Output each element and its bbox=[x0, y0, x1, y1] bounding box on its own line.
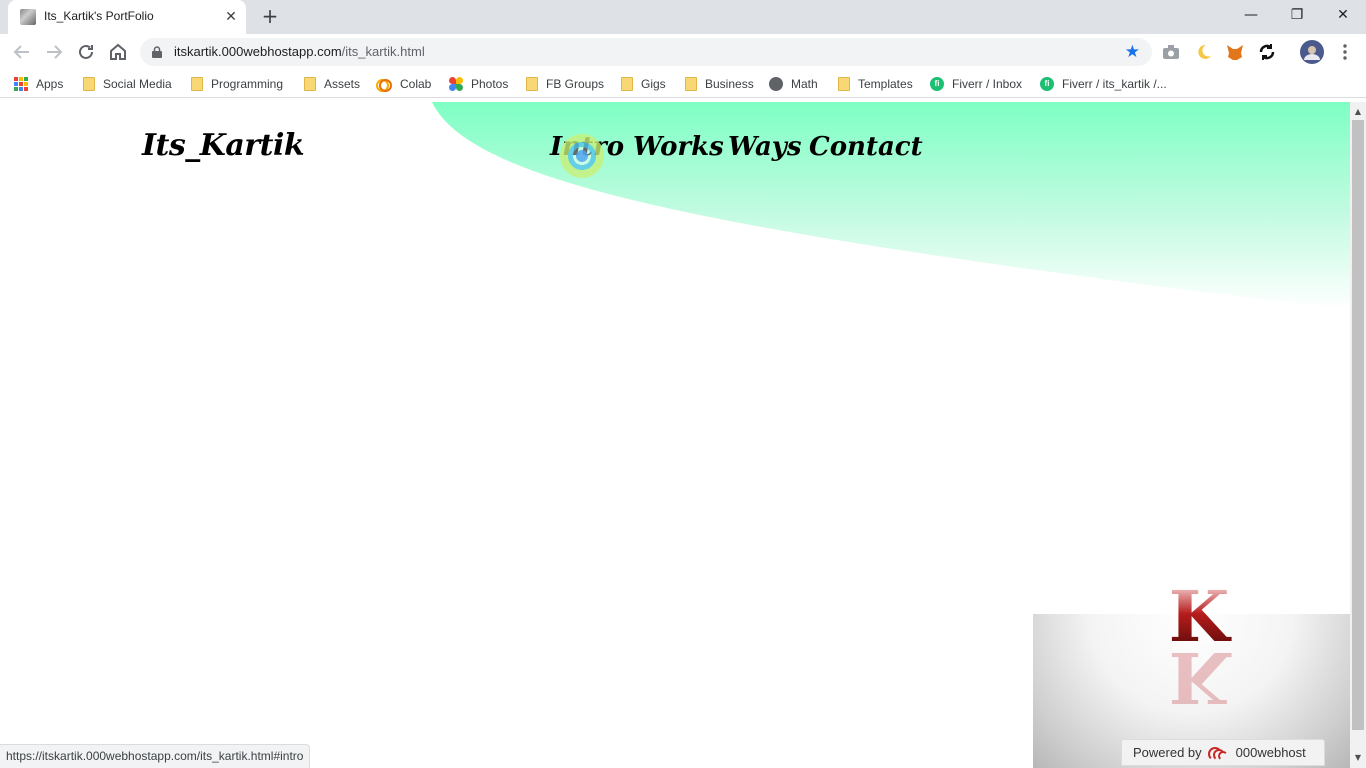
active-tab[interactable]: Its_Kartik's PortFolio ✕ bbox=[8, 0, 246, 34]
bookmark-label: Programming bbox=[211, 77, 284, 91]
000webhost-icon bbox=[1207, 745, 1230, 761]
folder-icon bbox=[526, 77, 538, 91]
browser-toolbar: itskartik.000webhostapp.com/its_kartik.h… bbox=[0, 34, 1366, 70]
scrollbar-thumb[interactable] bbox=[1352, 120, 1364, 730]
nav-works[interactable]: Works bbox=[633, 132, 724, 162]
new-tab-button[interactable]: + bbox=[258, 5, 282, 29]
bookmark-gigs[interactable]: Gigs bbox=[621, 76, 666, 92]
close-tab-icon[interactable]: ✕ bbox=[222, 8, 240, 26]
folder-icon bbox=[83, 77, 95, 91]
folder-icon bbox=[304, 77, 316, 91]
k-logo: K bbox=[1166, 582, 1232, 652]
forward-arrow-icon[interactable] bbox=[42, 40, 66, 64]
bookmark-business[interactable]: Business bbox=[685, 76, 754, 92]
bookmark-label: Math bbox=[791, 77, 818, 91]
bookmark-label: Photos bbox=[471, 77, 509, 91]
bookmark-label: Fiverr / its_kartik /... bbox=[1062, 77, 1167, 91]
cursor-ring-icon bbox=[560, 134, 604, 178]
bookmark-assets[interactable]: Assets bbox=[304, 76, 360, 92]
bookmark-fb-groups[interactable]: FB Groups bbox=[526, 76, 604, 92]
folder-icon bbox=[685, 77, 697, 91]
bookmark-label: Social Media bbox=[103, 77, 172, 91]
bookmark-programming[interactable]: Programming bbox=[191, 76, 283, 92]
url-text[interactable]: itskartik.000webhostapp.com/its_kartik.h… bbox=[174, 44, 425, 59]
profile-avatar[interactable] bbox=[1300, 40, 1324, 64]
nav-contact[interactable]: Contact bbox=[809, 132, 923, 162]
nav-ways[interactable]: Ways bbox=[728, 132, 802, 162]
maximize-button[interactable]: ❐ bbox=[1274, 0, 1320, 30]
tab-strip: Its_Kartik's PortFolio ✕ + — ❐ ✕ bbox=[0, 0, 1366, 34]
bookmark-fiverr-inbox[interactable]: fi Fiverr / Inbox bbox=[930, 76, 1022, 92]
globe-icon bbox=[769, 77, 783, 91]
status-bar-url: https://itskartik.000webhostapp.com/its_… bbox=[0, 744, 311, 768]
minimize-button[interactable]: — bbox=[1228, 0, 1274, 30]
k-logo-reflection: K bbox=[1168, 650, 1230, 704]
apps-grid-icon bbox=[14, 77, 28, 91]
folder-icon bbox=[621, 77, 633, 91]
back-arrow-icon[interactable] bbox=[10, 40, 34, 64]
tab-title: Its_Kartik's PortFolio bbox=[44, 9, 154, 23]
bookmark-label: Colab bbox=[400, 77, 432, 91]
bookmark-fiverr-profile[interactable]: fi Fiverr / its_kartik /... bbox=[1040, 76, 1167, 92]
scroll-up-arrow-icon[interactable]: ▲ bbox=[1350, 104, 1366, 120]
page-viewport: Its_Kartik Intro Works Ways Contact K K … bbox=[0, 102, 1350, 768]
host-brand: 000webhost bbox=[1235, 745, 1306, 760]
address-bar[interactable]: itskartik.000webhostapp.com/its_kartik.h… bbox=[140, 38, 1152, 66]
folder-icon bbox=[838, 77, 850, 91]
bookmarks-bar: Apps Social Media Programming Assets Col… bbox=[0, 70, 1366, 98]
bookmark-label: Templates bbox=[858, 77, 913, 91]
bookmark-photos[interactable]: Photos bbox=[449, 76, 508, 92]
scroll-down-arrow-icon[interactable]: ▼ bbox=[1350, 750, 1366, 766]
bookmark-label: Gigs bbox=[641, 77, 666, 91]
moon-extension-icon[interactable] bbox=[1193, 42, 1213, 62]
window-close-button[interactable]: ✕ bbox=[1320, 0, 1366, 30]
powered-by-badge[interactable]: Powered by 000webhost bbox=[1121, 739, 1325, 766]
sync-extension-icon[interactable] bbox=[1257, 42, 1277, 62]
menu-kebab-icon[interactable] bbox=[1335, 42, 1355, 62]
colab-icon bbox=[376, 79, 392, 92]
site-favicon-icon bbox=[20, 9, 36, 25]
bookmark-math[interactable]: Math bbox=[769, 76, 818, 92]
fiverr-icon: fi bbox=[1040, 77, 1054, 91]
camera-extension-icon[interactable] bbox=[1161, 42, 1181, 62]
fox-extension-icon[interactable] bbox=[1225, 42, 1245, 62]
bookmark-label: Apps bbox=[36, 77, 64, 91]
bookmark-social-media[interactable]: Social Media bbox=[83, 76, 172, 92]
url-host: itskartik.000webhostapp.com bbox=[174, 44, 342, 59]
bookmark-star-icon[interactable]: ★ bbox=[1125, 42, 1140, 62]
lock-icon[interactable] bbox=[152, 46, 162, 58]
bookmark-templates[interactable]: Templates bbox=[838, 76, 913, 92]
fiverr-icon: fi bbox=[930, 77, 944, 91]
bookmark-label: Fiverr / Inbox bbox=[952, 77, 1023, 91]
reload-icon[interactable] bbox=[74, 40, 98, 64]
home-icon[interactable] bbox=[106, 40, 130, 64]
photos-icon bbox=[449, 77, 463, 91]
bookmark-apps[interactable]: Apps bbox=[14, 76, 63, 92]
folder-icon bbox=[191, 77, 203, 91]
bookmark-colab[interactable]: Colab bbox=[376, 76, 431, 92]
url-path: /its_kartik.html bbox=[341, 44, 425, 59]
bookmark-label: FB Groups bbox=[546, 77, 605, 91]
powered-by-label: Powered by bbox=[1133, 745, 1202, 760]
bookmark-label: Business bbox=[705, 77, 754, 91]
bookmark-label: Assets bbox=[324, 77, 361, 91]
site-logo[interactable]: Its_Kartik bbox=[142, 128, 305, 163]
